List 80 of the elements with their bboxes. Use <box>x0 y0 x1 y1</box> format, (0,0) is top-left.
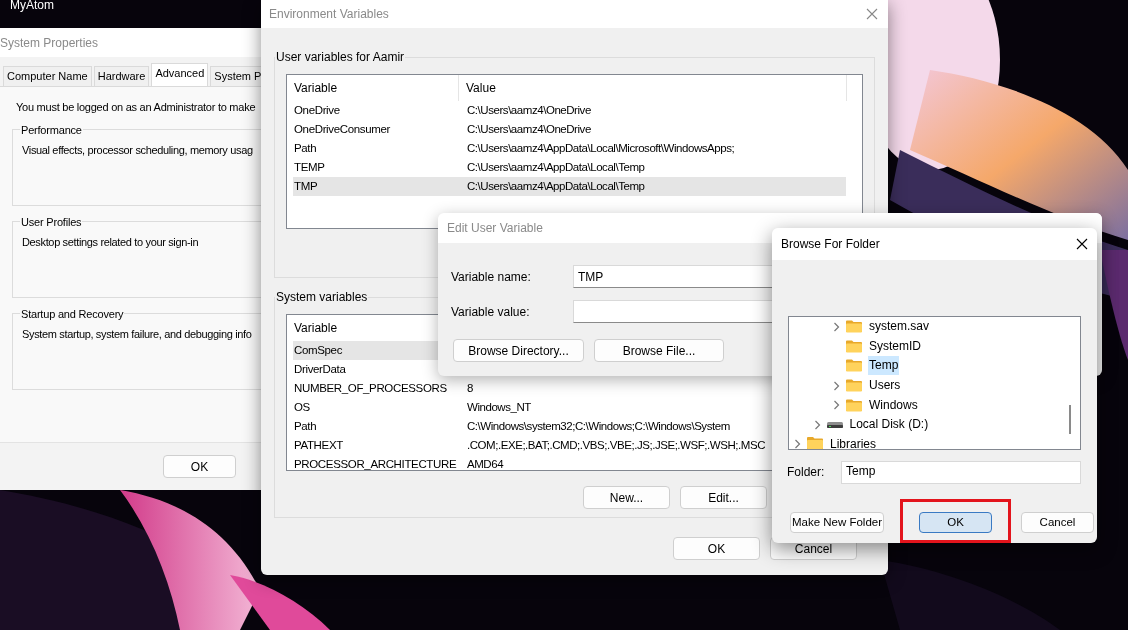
dialog-button[interactable]: Edit... <box>680 486 767 509</box>
tree-item[interactable]: Libraries <box>829 434 878 449</box>
list-row[interactable]: OneDriveConsumer C:\Users\aamz4\OneDrive <box>293 120 846 139</box>
window-title: Environment Variables <box>269 6 389 23</box>
tab[interactable]: Computer Name <box>3 66 92 86</box>
scroll-bar[interactable] <box>1069 405 1071 434</box>
variable-name: OneDriveConsumer <box>293 121 392 137</box>
folder-icon <box>846 359 862 373</box>
variable-value: C:\Users\aamz4\AppData\Local\Microsoft\WindowsApps; <box>467 140 735 156</box>
tree-item[interactable]: SystemID <box>868 336 922 356</box>
list-row[interactable]: OneDrive C:\Users\aamz4\OneDrive <box>293 101 846 120</box>
variable-value: C:\Windows\system32;C:\Windows;C:\Windows\System <box>467 418 730 434</box>
variable-name: OneDrive <box>293 102 341 118</box>
list-row[interactable]: TMP C:\Users\aamz4\AppData\Local\Temp <box>293 177 846 196</box>
variable-value: C:\Users\aamz4\OneDrive <box>467 121 591 137</box>
variable-name: Path <box>293 418 318 434</box>
variable-name: Path <box>293 140 318 156</box>
window-title: Browse For Folder <box>781 236 880 253</box>
group-title: Startup and Recovery <box>20 306 125 322</box>
dialog-button[interactable]: Browse File... <box>594 339 724 362</box>
close-icon[interactable] <box>1076 238 1088 250</box>
variable-value: Windows_NT <box>467 399 531 415</box>
variable-name: DriverData <box>293 361 347 377</box>
desktop-icon-label[interactable]: MyAtom <box>10 0 54 14</box>
dialog-button[interactable]: OK <box>919 512 992 533</box>
variable-name: PROCESSOR_ARCHITECTURE <box>293 456 458 470</box>
variable-value: 8 <box>467 380 473 396</box>
tab[interactable]: System P <box>210 66 262 86</box>
tree-item[interactable]: Windows <box>868 395 919 415</box>
drive-icon <box>826 420 843 429</box>
variable-value: C:\Users\aamz4\AppData\Local\Temp <box>467 159 645 175</box>
library-icon <box>807 436 823 449</box>
tab[interactable]: Advanced <box>151 63 209 86</box>
variable-value: C:\Users\aamz4\OneDrive <box>467 102 591 118</box>
variable-value: C:\Users\aamz4\AppData\Local\Temp <box>467 178 645 194</box>
variable-name: ComSpec <box>293 342 344 358</box>
window-title: Edit User Variable <box>447 220 543 237</box>
chevron-icon[interactable] <box>794 439 801 449</box>
list-row[interactable]: TEMP C:\Users\aamz4\AppData\Local\Temp <box>293 158 846 177</box>
group-title: System variables <box>275 289 369 306</box>
dialog-button[interactable]: Make New Folder <box>790 512 884 533</box>
column-header[interactable]: Value <box>459 75 847 101</box>
chevron-icon[interactable] <box>833 380 840 391</box>
group-title: Performance <box>20 122 83 138</box>
dialog-button[interactable]: OK <box>673 537 760 560</box>
chevron-icon[interactable] <box>833 321 840 332</box>
tree-item[interactable]: Temp <box>868 356 900 376</box>
folder-icon <box>846 379 862 393</box>
group-description: Visual effects, processor scheduling, memory usag <box>22 143 254 158</box>
folder-icon <box>846 398 862 412</box>
chevron-icon[interactable] <box>833 400 840 411</box>
folder-icon <box>846 339 862 353</box>
tree-item[interactable]: Local Disk (D:) <box>848 415 930 435</box>
variable-value: AMD64 <box>467 456 504 470</box>
column-header[interactable]: Variable <box>287 75 459 101</box>
group-description: Desktop settings related to your sign-in <box>22 235 200 250</box>
dialog-button[interactable]: OK <box>163 455 236 478</box>
group-title: User Profiles <box>20 214 83 230</box>
input-field[interactable]: Temp <box>841 460 1081 484</box>
group-title: User variables for Aamir <box>275 49 406 66</box>
folder-icon <box>846 320 862 334</box>
dialog-button[interactable]: New... <box>583 486 670 509</box>
window-title: System Properties <box>0 34 99 52</box>
tree-item[interactable]: system.sav <box>868 317 930 337</box>
variable-name: NUMBER_OF_PROCESSORS <box>293 380 448 396</box>
variable-name: PATHEXT <box>293 437 344 453</box>
list-row[interactable]: Path C:\Users\aamz4\AppData\Local\Microsoft\WindowsApps; <box>293 139 846 158</box>
field-label: Folder: <box>787 464 826 482</box>
dialog-button[interactable]: Browse Directory... <box>453 339 584 362</box>
variable-name: TMP <box>293 178 319 194</box>
variable-value: .COM;.EXE;.BAT;.CMD;.VBS;.VBE;.JS;.JSE;.WSF;.WSH;.MSC <box>467 437 765 453</box>
chevron-icon[interactable] <box>813 419 821 430</box>
field-label: Variable name: <box>451 268 532 286</box>
tree-item[interactable]: Users <box>868 376 902 396</box>
variable-name: TEMP <box>293 159 326 175</box>
group-description: System startup, system failure, and debugging info <box>22 327 253 342</box>
notice-text: You must be logged on as an Administrator to make <box>15 100 257 115</box>
dialog-button[interactable]: Cancel <box>1021 512 1094 533</box>
tab[interactable]: Hardware <box>93 66 150 86</box>
variable-name: OS <box>293 399 311 415</box>
